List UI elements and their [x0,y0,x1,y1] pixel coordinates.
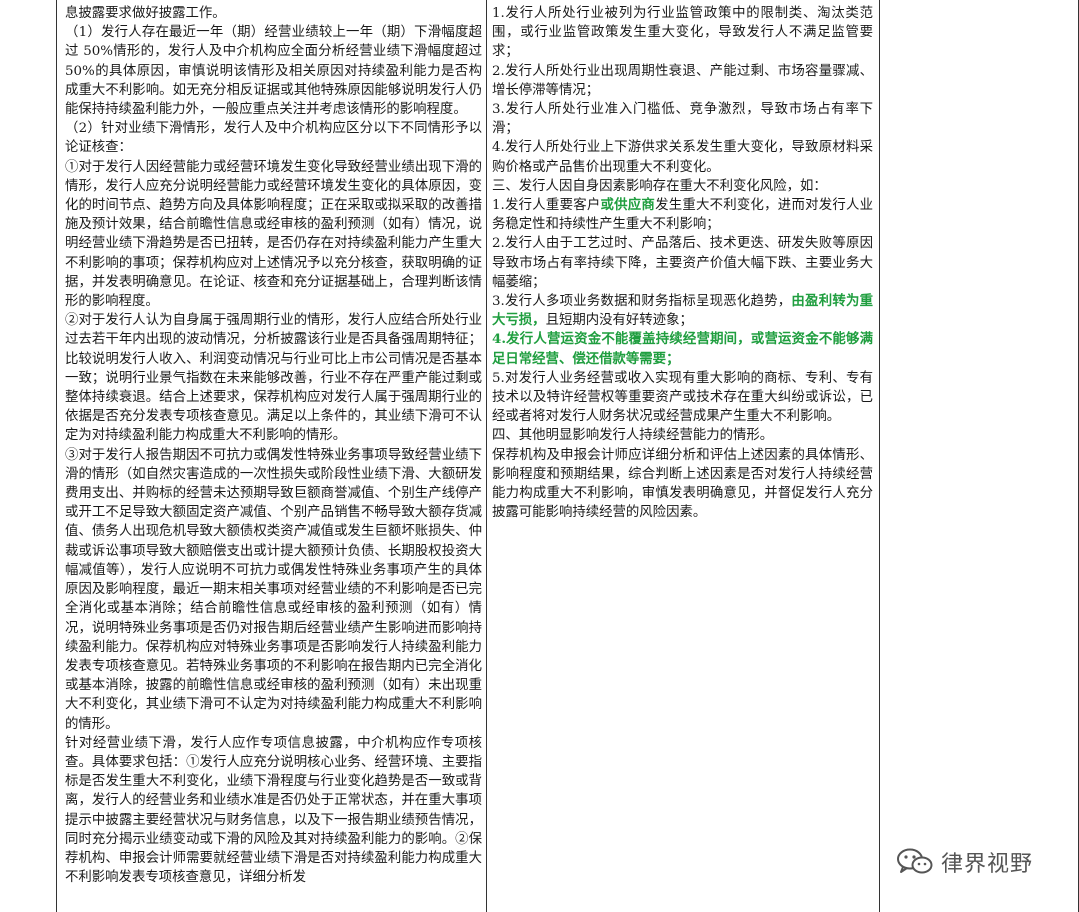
document-table: 息披露要求做好披露工作。 （1）发行人存在最近一年（期）经营业绩较上一年（期）下滑… [0,0,1079,912]
text-run: 2.发行人所处行业出现周期性衰退、产能过剩、市场容量骤减、增长停滞等情况； [492,63,873,98]
text-run: 四、其他明显影响发行人持续经营能力的情形。 [492,428,774,444]
highlighted-text: 或供应商 [600,197,656,214]
text-run: 保荐机构及申报会计师应详细分析和评估上述因素的具体情形、影响程度和预期结果，综合… [492,447,873,521]
paragraph: （2）针对业绩下滑情形，发行人及中介机构应区分以下不同情形予以论证核查： [65,121,482,156]
paragraph: 3.发行人所处行业准入门槛低、竞争激烈，导致市场占有率下滑； [492,100,873,138]
text-run: 2.发行人由于工艺过时、产品落后、技术更迭、研发失败等原因导致市场占有率持续下降… [492,236,873,290]
paragraph: 保荐机构及申报会计师应详细分析和评估上述因素的具体情形、影响程度和预期结果，综合… [492,446,873,523]
paragraph: 3.发行人多项业务数据和财务指标呈现恶化趋势，由盈利转为重大亏损，且短期内没有好… [492,292,873,330]
paragraph: ①对于发行人因经营能力或经营环境发生变化导致经营业绩出现下滑的情形，发行人应充分… [65,159,482,310]
text-run: 三、发行人因自身因素影响存在重大不利变化风险，如： [492,178,827,194]
paragraph: 1.发行人所处行业被列为行业监管政策中的限制类、淘汰类范围，或行业监管政策发生重… [492,4,873,62]
watermark-text: 律界视野 [941,852,1034,877]
paragraph: （1）发行人存在最近一年（期）经营业绩较上一年（期）下滑幅度超过 50%情形的，… [65,25,482,118]
paragraph: 4.发行人所处行业上下游供求关系发生重大变化，导致原材料采购价格或产品售价出现重… [492,138,873,176]
watermark: 律界视野 [897,846,1033,878]
paragraph: ③对于发行人报告期因不可抗力或偶发性特殊业务事项导致经营业绩下滑的情形（如自然灾… [65,447,482,732]
text-run: 3.发行人所处行业准入门槛低、竞争激烈，导致市场占有率下滑； [492,102,873,137]
paragraph: 2.发行人由于工艺过时、产品落后、技术更迭、研发失败等原因导致市场占有率持续下降… [492,234,873,292]
table-column-requirements: 息披露要求做好披露工作。 （1）发行人存在最近一年（期）经营业绩较上一年（期）下滑… [57,0,487,912]
paragraph: ②对于发行人认为自身属于强周期行业的情形，发行人应结合所处行业过去若干年内出现的… [65,313,482,444]
table-column-risk-factors: 1.发行人所处行业被列为行业监管政策中的限制类、淘汰类范围，或行业监管政策发生重… [487,0,880,912]
table-column-empty-left [0,0,57,912]
text-run: 4.发行人所处行业上下游供求关系发生重大变化，导致原材料采购价格或产品售价出现重… [492,140,873,175]
text-run: 1.发行人所处行业被列为行业监管政策中的限制类、淘汰类范围，或行业监管政策发生重… [492,6,873,60]
paragraph: 4.发行人营运资金不能覆盖持续经营期间，或营运资金不能够满足日常经营、偿还借款等… [492,330,873,368]
highlighted-text: 4.发行人营运资金不能覆盖持续经营期间，或营运资金不能够满足日常经营、偿还借款等… [492,331,873,367]
paragraph: 三、发行人因自身因素影响存在重大不利变化风险，如： [492,177,873,196]
paragraph: 四、其他明显影响发行人持续经营能力的情形。 [492,426,873,445]
paragraph: 1.发行人重要客户或供应商发生重大不利变化，进而对发行人业务稳定性和持续性产生重… [492,196,873,234]
text-run: 1.发行人重要客户 [492,198,601,214]
paragraph: 5.对发行人业务经营或收入实现有重大影响的商标、专利、专有技术以及特许经营权等重… [492,369,873,427]
text-run: 且短期内没有好转迹象； [545,313,693,329]
wechat-icon [897,848,933,874]
text-run: 5.对发行人业务经营或收入实现有重大影响的商标、专利、专有技术以及特许经营权等重… [492,370,873,425]
paragraph: 2.发行人所处行业出现周期性衰退、产能过剩、市场容量骤减、增长停滞等情况； [492,62,873,100]
table-column-empty-right [880,0,1079,912]
paragraph: 针对经营业绩下滑，发行人应作专项信息披露，中介机构应作专项核查。具体要求包括：①… [65,735,482,886]
paragraph: 息披露要求做好披露工作。 [65,6,226,21]
text-run: 3.发行人多项业务数据和财务指标呈现恶化趋势， [492,294,792,310]
